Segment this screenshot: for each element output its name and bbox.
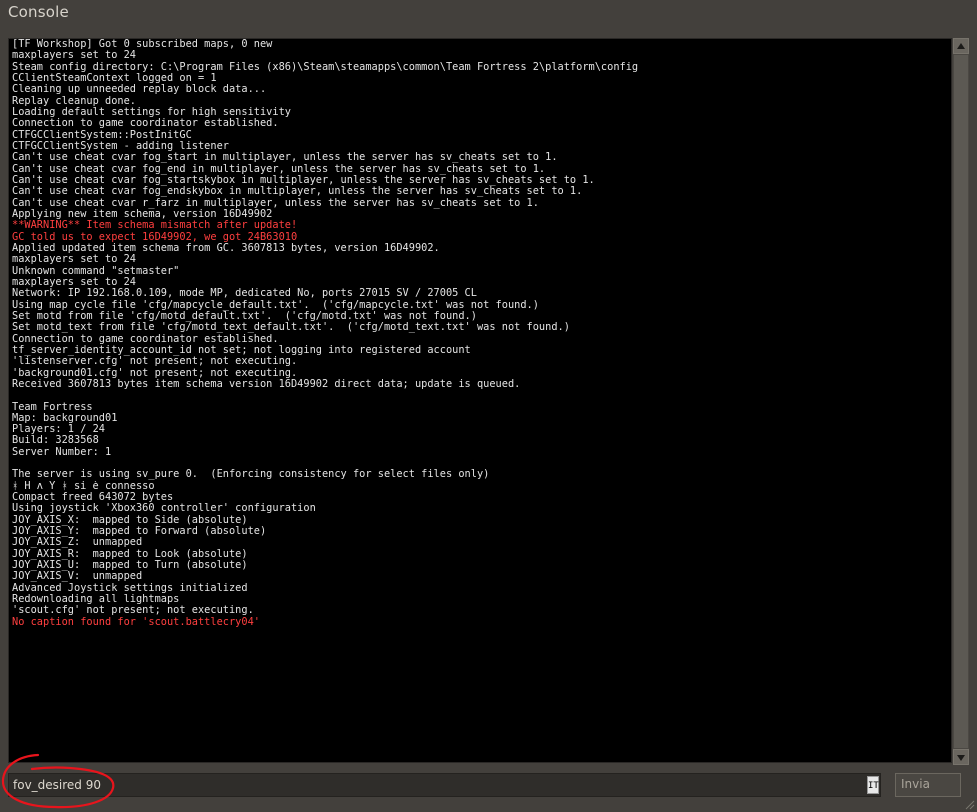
scroll-up-icon[interactable] bbox=[953, 38, 969, 54]
console-line: Can't use cheat cvar fog_startskybox in … bbox=[12, 174, 595, 186]
console-line: Cleaning up unneeded replay block data..… bbox=[12, 84, 267, 96]
console-line: **WARNING** Item schema mismatch after u… bbox=[12, 220, 298, 232]
console-line: Using joystick 'Xbox360 controller' conf… bbox=[12, 503, 316, 515]
console-line: JOY_AXIS_U: mapped to Turn (absolute) bbox=[12, 560, 248, 572]
console-line: Loading default settings for high sensit… bbox=[12, 106, 291, 118]
console-line: [TF Workshop] Got 0 subscribed maps, 0 n… bbox=[12, 39, 273, 50]
console-line: maxplayers set to 24 bbox=[12, 254, 136, 266]
console-line: Map: background01 bbox=[12, 412, 118, 424]
console-line: Steam config directory: C:\Program Files… bbox=[12, 61, 639, 73]
console-line: Unknown command "setmaster" bbox=[12, 265, 180, 277]
console-window: Console [TF Workshop] Got 0 subscribed m… bbox=[0, 0, 977, 812]
console-line: 'scout.cfg' not present; not executing. bbox=[12, 605, 254, 617]
console-line: Build: 3283568 bbox=[12, 435, 99, 447]
console-line: Set motd from file 'cfg/motd_default.txt… bbox=[12, 310, 477, 322]
console-line: CTFGCClientSystem::PostInitGC bbox=[12, 129, 192, 141]
console-line: Applied updated item schema from GC. 360… bbox=[12, 242, 440, 254]
console-line: JOY_AXIS_V: unmapped bbox=[12, 571, 143, 583]
console-line: Can't use cheat cvar fog_end in multipla… bbox=[12, 163, 546, 175]
console-line: Can't use cheat cvar r_farz in multiplay… bbox=[12, 197, 539, 209]
console-line: Connection to game coordinator establish… bbox=[12, 118, 279, 130]
console-line: CTFGCClientSystem - adding listener bbox=[12, 140, 229, 152]
console-line: Compact freed 643072 bytes bbox=[12, 492, 174, 504]
console-line: Using map cycle file 'cfg/mapcycle_defau… bbox=[12, 299, 539, 311]
console-line: Advanced Joystick settings initialized bbox=[12, 582, 248, 594]
console-line: GC told us to expect 16D49902, we got 24… bbox=[12, 231, 298, 243]
console-log-lines: [TF Workshop] Got 0 subscribed maps, 0 n… bbox=[12, 39, 951, 762]
console-line: tf_server_identity_account_id not set; n… bbox=[12, 344, 471, 356]
console-log[interactable]: [TF Workshop] Got 0 subscribed maps, 0 n… bbox=[8, 38, 952, 763]
console-line: No caption found for 'scout.battlecry04' bbox=[12, 616, 260, 628]
console-line: Can't use cheat cvar fog_start in multip… bbox=[12, 152, 558, 164]
console-line: Applying new item schema, version 16D499… bbox=[12, 208, 273, 220]
console-line: Redownloading all lightmaps bbox=[12, 594, 180, 606]
console-line: JOY_AXIS_R: mapped to Look (absolute) bbox=[12, 548, 248, 560]
console-line: 'background01.cfg' not present; not exec… bbox=[12, 367, 298, 379]
ime-language-indicator: IT bbox=[867, 776, 879, 794]
console-line: JOY_AXIS_X: mapped to Side (absolute) bbox=[12, 514, 248, 526]
command-input[interactable]: fov_desired 90 bbox=[8, 773, 881, 797]
console-line: CClientSteamContext logged on = 1 bbox=[12, 72, 217, 84]
console-line: JOY_AXIS_Y: mapped to Forward (absolute) bbox=[12, 526, 267, 538]
console-line: ᚼ H ʌ Y ᚼ si è connesso bbox=[12, 480, 155, 492]
console-line: JOY_AXIS_Z: unmapped bbox=[12, 537, 143, 549]
console-line: Network: IP 192.168.0.109, mode MP, dedi… bbox=[12, 288, 477, 300]
console-line: maxplayers set to 24 bbox=[12, 276, 136, 288]
window-title: Console bbox=[8, 3, 69, 21]
console-line: Players: 1 / 24 bbox=[12, 424, 105, 436]
scroll-thumb[interactable] bbox=[954, 55, 968, 748]
console-line: Team Fortress bbox=[12, 401, 93, 413]
console-line: Connection to game coordinator establish… bbox=[12, 333, 279, 345]
resize-grip-icon[interactable] bbox=[963, 798, 975, 810]
console-line: Can't use cheat cvar fog_endskybox in mu… bbox=[12, 186, 583, 198]
console-line: Set motd_text from file 'cfg/motd_text_d… bbox=[12, 322, 570, 334]
console-line: maxplayers set to 24 bbox=[12, 50, 136, 62]
console-line: The server is using sv_pure 0. (Enforcin… bbox=[12, 469, 490, 481]
console-line: Server Number: 1 bbox=[12, 446, 112, 458]
console-line: Received 3607813 bytes item schema versi… bbox=[12, 378, 521, 390]
console-line: Replay cleanup done. bbox=[12, 95, 136, 107]
console-line: 'listenserver.cfg' not present; not exec… bbox=[12, 356, 298, 368]
submit-button[interactable]: Invia bbox=[895, 773, 961, 797]
scroll-down-icon[interactable] bbox=[953, 749, 969, 765]
console-scrollbar[interactable] bbox=[953, 38, 969, 765]
